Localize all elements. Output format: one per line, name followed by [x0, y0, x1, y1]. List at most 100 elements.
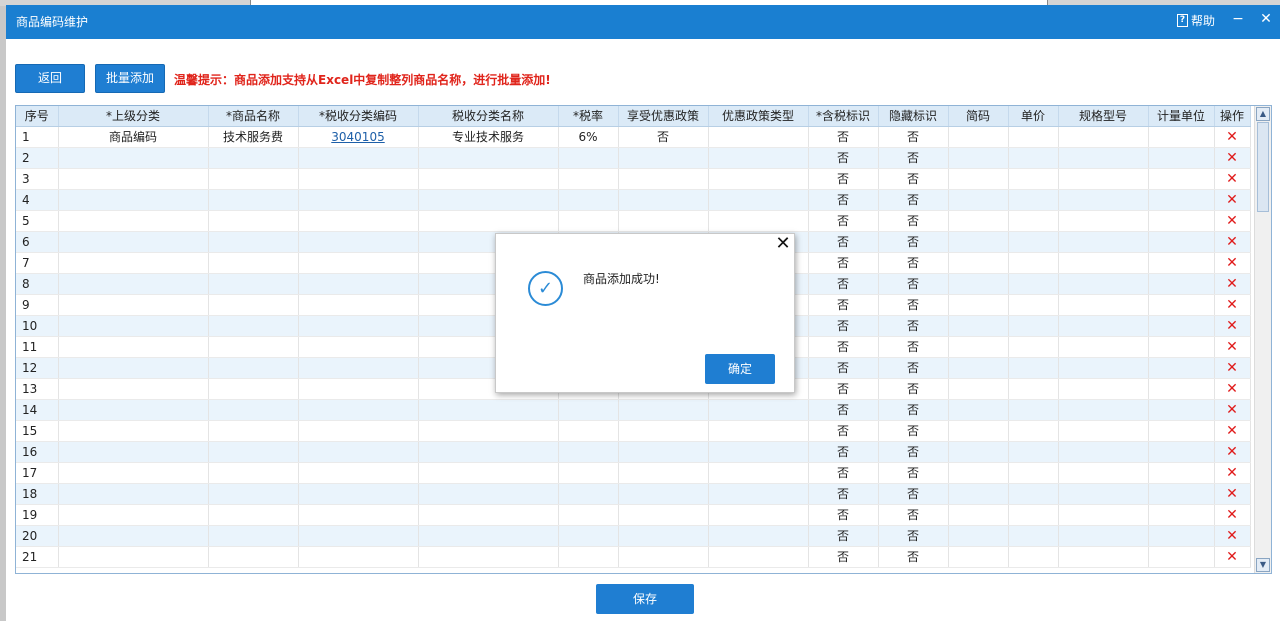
delete-row-icon[interactable]: ✕: [1226, 507, 1238, 523]
cell-tax-code[interactable]: [298, 357, 419, 379]
cell-unit[interactable]: [1148, 462, 1215, 484]
cell-short-code[interactable]: [948, 168, 1009, 190]
cell-unit[interactable]: [1148, 357, 1215, 379]
cell-tax-incl[interactable]: 否: [808, 525, 879, 547]
cell-price[interactable]: [1008, 546, 1059, 568]
cell-tax-code[interactable]: [298, 231, 419, 253]
cell-short-code[interactable]: [948, 525, 1009, 547]
delete-row-icon[interactable]: ✕: [1226, 213, 1238, 229]
cell-tax-incl[interactable]: 否: [808, 441, 879, 463]
cell-name[interactable]: [208, 231, 299, 253]
cell-tax-code[interactable]: [298, 525, 419, 547]
cell-unit[interactable]: [1148, 231, 1215, 253]
cell-pref-type[interactable]: [708, 210, 809, 232]
cell-short-code[interactable]: [948, 210, 1009, 232]
cell-tax-code[interactable]: [298, 315, 419, 337]
cell-price[interactable]: [1008, 378, 1059, 400]
table-row[interactable]: 20 否否 ✕: [16, 525, 1251, 547]
table-row[interactable]: 21 否否 ✕: [16, 546, 1251, 568]
cell-tax-code[interactable]: [298, 483, 419, 505]
cell-tax-incl[interactable]: 否: [808, 483, 879, 505]
table-row[interactable]: 2 否否 ✕: [16, 147, 1251, 169]
cell-name[interactable]: [208, 210, 299, 232]
cell-parent[interactable]: [58, 294, 209, 316]
cell-preferential[interactable]: [618, 483, 709, 505]
cell-name[interactable]: [208, 168, 299, 190]
back-button[interactable]: 返回: [15, 64, 85, 93]
delete-row-icon[interactable]: ✕: [1226, 129, 1238, 145]
cell-hidden[interactable]: 否: [878, 546, 949, 568]
cell-tax-name[interactable]: [418, 525, 559, 547]
cell-hidden[interactable]: 否: [878, 420, 949, 442]
cell-parent[interactable]: [58, 273, 209, 295]
save-button[interactable]: 保存: [596, 584, 694, 614]
cell-price[interactable]: [1008, 273, 1059, 295]
cell-unit[interactable]: [1148, 504, 1215, 526]
cell-hidden[interactable]: 否: [878, 168, 949, 190]
cell-spec[interactable]: [1058, 378, 1149, 400]
cell-unit[interactable]: [1148, 420, 1215, 442]
cell-short-code[interactable]: [948, 315, 1009, 337]
cell-tax-incl[interactable]: 否: [808, 189, 879, 211]
cell-price[interactable]: [1008, 126, 1059, 148]
cell-pref-type[interactable]: [708, 420, 809, 442]
cell-tax-incl[interactable]: 否: [808, 315, 879, 337]
cell-hidden[interactable]: 否: [878, 273, 949, 295]
cell-unit[interactable]: [1148, 441, 1215, 463]
cell-rate[interactable]: [558, 462, 619, 484]
cell-tax-incl[interactable]: 否: [808, 210, 879, 232]
cell-name[interactable]: [208, 273, 299, 295]
table-row[interactable]: 1 商品编码 技术服务费 3040105 专业技术服务 6% 否否否 ✕: [16, 126, 1251, 148]
cell-preferential[interactable]: 否: [618, 126, 709, 148]
table-row[interactable]: 18 否否 ✕: [16, 483, 1251, 505]
cell-hidden[interactable]: 否: [878, 231, 949, 253]
cell-tax-incl[interactable]: 否: [808, 546, 879, 568]
cell-tax-name[interactable]: [418, 546, 559, 568]
close-icon[interactable]: ✕: [774, 234, 792, 254]
cell-parent[interactable]: [58, 252, 209, 274]
cell-tax-code[interactable]: [298, 504, 419, 526]
cell-price[interactable]: [1008, 168, 1059, 190]
cell-short-code[interactable]: [948, 336, 1009, 358]
cell-parent[interactable]: [58, 378, 209, 400]
cell-short-code[interactable]: [948, 252, 1009, 274]
cell-short-code[interactable]: [948, 147, 1009, 169]
table-row[interactable]: 19 否否 ✕: [16, 504, 1251, 526]
cell-preferential[interactable]: [618, 525, 709, 547]
cell-preferential[interactable]: [618, 420, 709, 442]
delete-row-icon[interactable]: ✕: [1226, 255, 1238, 271]
delete-row-icon[interactable]: ✕: [1226, 360, 1238, 376]
cell-spec[interactable]: [1058, 315, 1149, 337]
table-row[interactable]: 4 否否 ✕: [16, 189, 1251, 211]
cell-no[interactable]: 4: [16, 189, 59, 211]
cell-spec[interactable]: [1058, 168, 1149, 190]
cell-price[interactable]: [1008, 252, 1059, 274]
close-window-button[interactable]: ✕: [1257, 9, 1275, 29]
cell-hidden[interactable]: 否: [878, 378, 949, 400]
cell-spec[interactable]: [1058, 462, 1149, 484]
cell-name[interactable]: [208, 525, 299, 547]
cell-parent[interactable]: [58, 189, 209, 211]
cell-no[interactable]: 18: [16, 483, 59, 505]
cell-unit[interactable]: [1148, 168, 1215, 190]
delete-row-icon[interactable]: ✕: [1226, 318, 1238, 334]
cell-parent[interactable]: [58, 399, 209, 421]
cell-tax-incl[interactable]: 否: [808, 399, 879, 421]
cell-price[interactable]: [1008, 336, 1059, 358]
cell-parent[interactable]: [58, 168, 209, 190]
cell-preferential[interactable]: [618, 504, 709, 526]
delete-row-icon[interactable]: ✕: [1226, 486, 1238, 502]
cell-hidden[interactable]: 否: [878, 483, 949, 505]
cell-spec[interactable]: [1058, 273, 1149, 295]
cell-short-code[interactable]: [948, 483, 1009, 505]
delete-row-icon[interactable]: ✕: [1226, 444, 1238, 460]
cell-pref-type[interactable]: [708, 189, 809, 211]
cell-pref-type[interactable]: [708, 126, 809, 148]
cell-short-code[interactable]: [948, 441, 1009, 463]
cell-tax-code[interactable]: [298, 168, 419, 190]
cell-hidden[interactable]: 否: [878, 294, 949, 316]
cell-hidden[interactable]: 否: [878, 504, 949, 526]
cell-unit[interactable]: [1148, 483, 1215, 505]
cell-pref-type[interactable]: [708, 399, 809, 421]
cell-name[interactable]: [208, 252, 299, 274]
